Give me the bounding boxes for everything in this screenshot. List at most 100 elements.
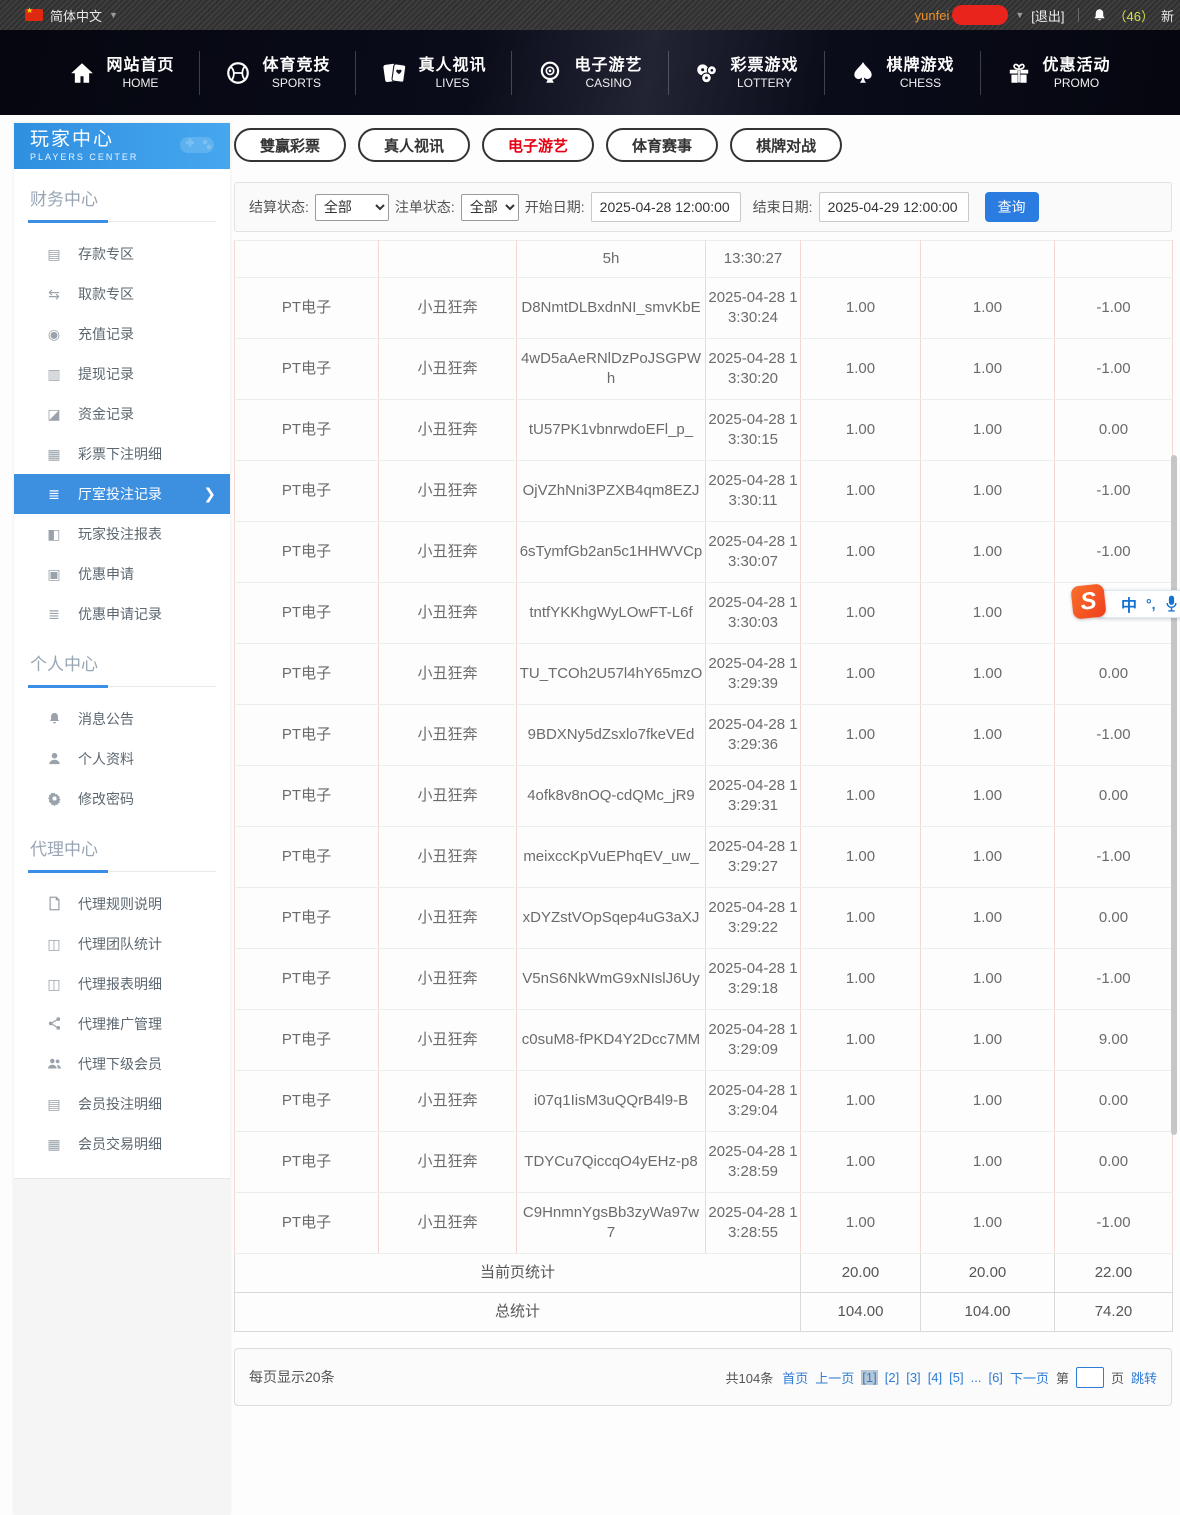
start-date-input[interactable] xyxy=(590,192,741,222)
bet-id-cell: C9HnmnYgsBb3zyWa97w7 xyxy=(516,1192,706,1254)
user-area: yunfei ▼ [退出] （46） 新 xyxy=(915,5,1174,25)
tab-体育赛事[interactable]: 体育赛事 xyxy=(606,128,719,162)
page-link-6[interactable]: [6] xyxy=(988,1370,1002,1385)
sidebar-item-优惠申请记录[interactable]: ≣ 优惠申请记录 xyxy=(14,594,230,634)
sidebar-item-优惠申请[interactable]: ▣ 优惠申请 xyxy=(14,554,230,594)
chevron-down-icon[interactable]: ▼ xyxy=(1015,10,1024,20)
bet-records-table: 5h 13:30:27 PT电子 小丑狂奔 D8NmtDLBxdnNI_smvKbE 20… xyxy=(234,240,1173,1332)
query-button[interactable]: 查询 xyxy=(984,192,1039,222)
win-loss-cell: -1.00 xyxy=(1054,704,1173,766)
sidebar-item-消息公告[interactable]: 消息公告 xyxy=(14,699,230,739)
page-link-2[interactable]: [2] xyxy=(885,1370,899,1385)
nav-item-sports[interactable]: 体育竞技 SPORTS xyxy=(200,55,355,91)
page-link-上一页[interactable]: 上一页 xyxy=(815,1368,854,1387)
sidebar-item-彩票下注明细[interactable]: ▦ 彩票下注明细 xyxy=(14,434,230,474)
sidebar-item-充值记录[interactable]: ◉ 充值记录 xyxy=(14,314,230,354)
logout-button[interactable]: [退出] xyxy=(1031,6,1064,25)
time-cell: 13:30:27 xyxy=(705,240,801,278)
bet-id-cell: TDYCu7QiccqO4yEHz-p8 xyxy=(516,1131,706,1193)
game-name-cell: 小丑狂奔 xyxy=(378,887,517,949)
sidebar-item-代理推广管理[interactable]: 代理推广管理 xyxy=(14,1004,230,1044)
tab-真人视讯[interactable]: 真人视讯 xyxy=(358,128,471,162)
table-row: PT电子 小丑狂奔 i07q1IisM3uQQrB4l9-B 2025-04-28 1… xyxy=(234,1070,1173,1132)
sidebar-item-label: 代理推广管理 xyxy=(78,1016,162,1032)
sidebar-item-代理报表明细[interactable]: ◫ 代理报表明细 xyxy=(14,964,230,1004)
bell-icon[interactable] xyxy=(1092,8,1107,23)
sidebar-item-存款专区[interactable]: ▤ 存款专区 xyxy=(14,234,230,274)
jump-go-button[interactable]: 跳转 xyxy=(1131,1368,1157,1387)
nav-label-en: CHESS xyxy=(899,75,942,90)
game-type-cell: PT电子 xyxy=(234,582,379,644)
sidebar-item-代理规则说明[interactable]: 代理规则说明 xyxy=(14,884,230,924)
summary-win-cell: 22.00 xyxy=(1054,1253,1173,1293)
nav-item-home[interactable]: 网站首页 HOME xyxy=(44,55,199,91)
valid-bet-cell: 1.00 xyxy=(920,1009,1055,1071)
team-stats-icon: ◫ xyxy=(47,935,61,952)
bet-id-cell: xDYZstVOpSqep4uG3aXJ xyxy=(516,887,706,949)
redaction-blob xyxy=(952,5,1009,25)
chess-icon xyxy=(850,60,876,86)
notice-count[interactable]: （46） xyxy=(1114,6,1154,25)
win-loss-cell: -1.00 xyxy=(1054,460,1173,522)
jump-page-input[interactable] xyxy=(1075,1366,1104,1388)
nav-label-en: LOTTERY xyxy=(736,75,793,90)
nav-item-casino[interactable]: 电子游艺 CASINO xyxy=(512,55,667,91)
table-scrollbar[interactable] xyxy=(1171,455,1177,1135)
sidebar-item-label: 提现记录 xyxy=(78,366,134,382)
page-link-3[interactable]: [3] xyxy=(906,1370,920,1385)
sidebar-item-取款专区[interactable]: ⇆ 取款专区 xyxy=(14,274,230,314)
page-link-首页[interactable]: 首页 xyxy=(782,1368,808,1387)
sidebar-item-代理团队统计[interactable]: ◫ 代理团队统计 xyxy=(14,924,230,964)
page-link-下一页[interactable]: 下一页 xyxy=(1010,1368,1049,1387)
bet-id-cell: i07q1IisM3uQQrB4l9-B xyxy=(516,1070,706,1132)
language-switcher[interactable]: 简体中文 ▼ xyxy=(25,6,118,25)
tab-雙赢彩票[interactable]: 雙赢彩票 xyxy=(234,128,347,162)
home-icon xyxy=(69,60,95,86)
ime-punctuation-toggle[interactable]: °, xyxy=(1146,596,1156,612)
bet-amount-cell: 1.00 xyxy=(800,582,921,644)
sidebar-section-title: 财务中心 xyxy=(28,185,216,223)
end-date-input[interactable] xyxy=(818,192,969,222)
sidebar-item-会员交易明细[interactable]: ▦ 会员交易明细 xyxy=(14,1124,230,1164)
time-cell: 2025-04-28 13:28:59 xyxy=(705,1131,801,1193)
order-status-select[interactable]: 全部 xyxy=(460,193,519,221)
ime-language-toggle[interactable]: 中 xyxy=(1121,592,1137,616)
nav-item-lives[interactable]: 真人视讯 LIVES xyxy=(356,55,511,91)
nav-item-chess[interactable]: 棋牌游戏 CHESS xyxy=(825,55,980,91)
sidebar-item-代理下级会员[interactable]: 代理下级会员 xyxy=(14,1044,230,1084)
tab-棋牌对战[interactable]: 棋牌对战 xyxy=(730,128,843,162)
game-type-cell: PT电子 xyxy=(234,765,379,827)
nav-label-en: HOME xyxy=(122,75,159,90)
sidebar-item-资金记录[interactable]: ◪ 资金记录 xyxy=(14,394,230,434)
game-name-cell: 小丑狂奔 xyxy=(378,826,517,888)
sidebar-item-玩家投注报表[interactable]: ◧ 玩家投注报表 xyxy=(14,514,230,554)
notice-label[interactable]: 新 xyxy=(1161,6,1174,25)
page-link-1[interactable]: [1] xyxy=(861,1369,878,1385)
valid-bet-cell: 1.00 xyxy=(920,948,1055,1010)
page-link-4[interactable]: [4] xyxy=(928,1370,942,1385)
cn-flag-icon xyxy=(25,6,43,21)
game-name-cell: 小丑狂奔 xyxy=(378,1009,517,1071)
sidebar-item-会员投注明细[interactable]: ▤ 会员投注明细 xyxy=(14,1084,230,1124)
table-row: PT电子 小丑狂奔 TDYCu7QiccqO4yEHz-p8 2025-04-28 1… xyxy=(234,1131,1173,1193)
member-bet-icon: ▤ xyxy=(47,1095,61,1112)
nav-item-lottery[interactable]: 彩票游戏 LOTTERY xyxy=(669,55,824,91)
win-loss-cell: -1.00 xyxy=(1054,338,1173,400)
win-loss-cell: 0.00 xyxy=(1054,399,1173,461)
bet-amount-cell: 1.00 xyxy=(800,704,921,766)
sidebar-item-个人资料[interactable]: 个人资料 xyxy=(14,739,230,779)
summary-valid-cell: 104.00 xyxy=(920,1292,1055,1332)
settle-status-select[interactable]: 全部 xyxy=(314,193,389,221)
tab-电子游艺[interactable]: 电子游艺 xyxy=(482,128,595,162)
sidebar-item-厅室投注记录[interactable]: ≣ 厅室投注记录 ❯ xyxy=(14,474,230,514)
page-link-5[interactable]: [5] xyxy=(949,1370,963,1385)
microphone-icon[interactable] xyxy=(1165,595,1178,613)
bet-id-cell: tU57PK1vbnrwdoEFl_p_ xyxy=(516,399,706,461)
time-cell: 2025-04-28 13:29:31 xyxy=(705,765,801,827)
sidebar-item-修改密码[interactable]: 修改密码 xyxy=(14,779,230,819)
nav-item-promo[interactable]: 优惠活动 PROMO xyxy=(981,55,1136,91)
username-label: yunfei xyxy=(914,7,950,23)
sidebar-item-提现记录[interactable]: ▥ 提现记录 xyxy=(14,354,230,394)
sidebar-header: 玩家中心 PLAYERS CENTER xyxy=(14,123,230,169)
sogou-ime-logo[interactable]: S xyxy=(1070,583,1107,620)
